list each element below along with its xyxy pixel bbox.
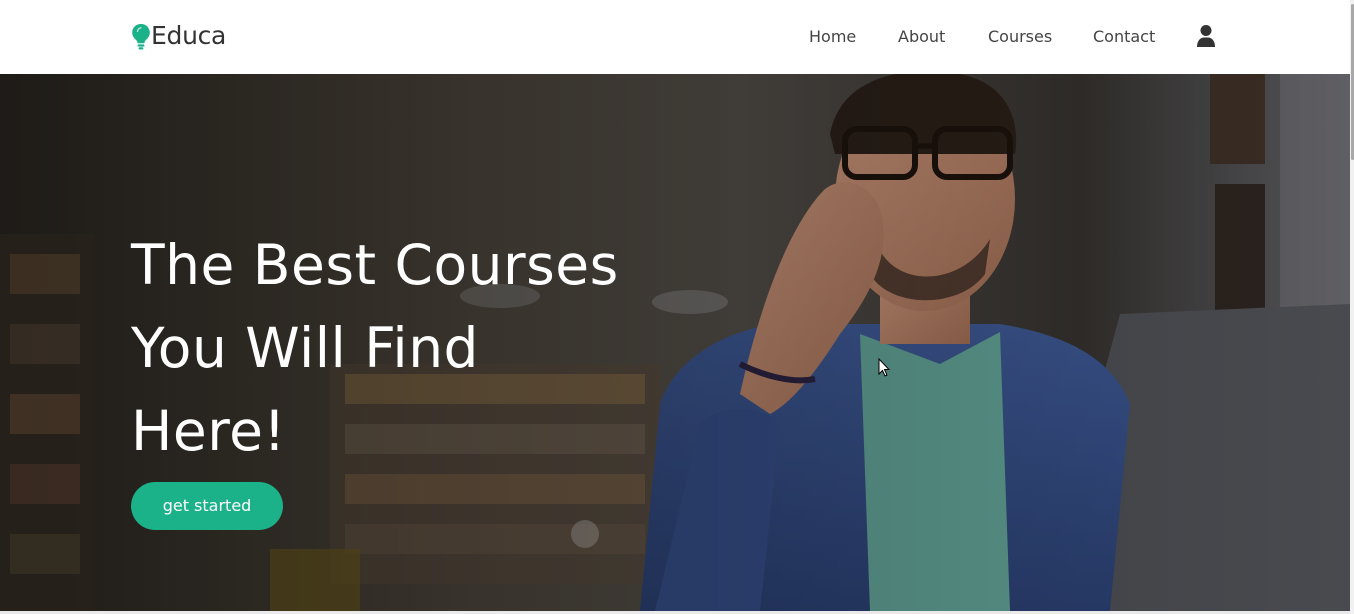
nav-link-courses[interactable]: Courses bbox=[988, 25, 1052, 49]
hero-title: The Best Courses You Will Find Here! bbox=[131, 224, 751, 473]
get-started-button[interactable]: get started bbox=[131, 482, 283, 530]
site-header: Educa Home About Courses Contact bbox=[0, 0, 1350, 74]
user-account-button[interactable] bbox=[1196, 24, 1216, 48]
nav-link-home[interactable]: Home bbox=[809, 25, 856, 49]
logo-text: Educa bbox=[151, 21, 227, 50]
logo-link[interactable]: Educa bbox=[131, 20, 226, 52]
nav-link-about[interactable]: About bbox=[898, 25, 945, 49]
lightbulb-icon bbox=[131, 23, 151, 50]
hero-title-line: Here! bbox=[131, 399, 286, 463]
hero-title-line: The Best Courses bbox=[131, 233, 619, 297]
user-icon bbox=[1196, 24, 1216, 48]
hero-title-line: You Will Find bbox=[131, 316, 479, 380]
hero-section: The Best Courses You Will Find Here! get… bbox=[0, 74, 1350, 611]
nav-link-contact[interactable]: Contact bbox=[1093, 25, 1155, 49]
page-scrollbar[interactable] bbox=[1350, 0, 1354, 614]
